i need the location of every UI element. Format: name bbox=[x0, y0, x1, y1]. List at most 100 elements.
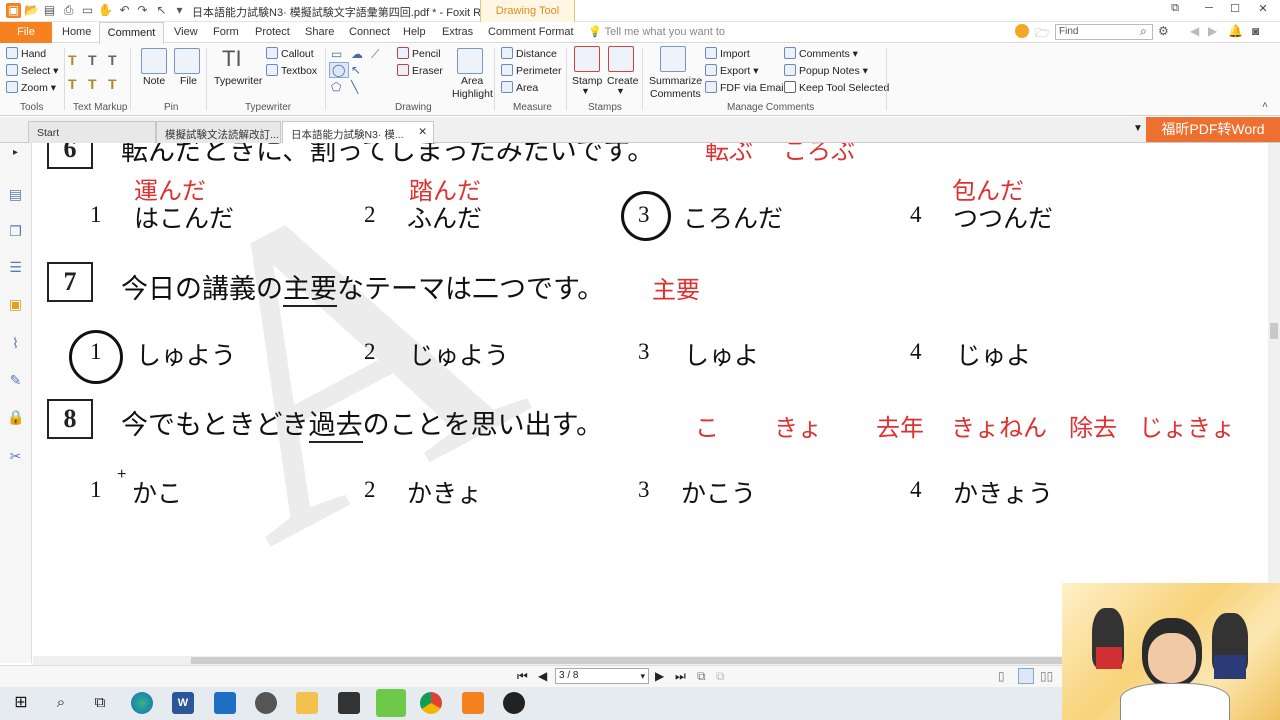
tab-document-1[interactable]: 模擬試験文法読解改訂... bbox=[156, 121, 281, 143]
comments-dropdown[interactable]: Comments ▾ bbox=[784, 47, 858, 60]
smiley-icon[interactable] bbox=[1015, 24, 1029, 38]
squiggly-text-icon[interactable]: T bbox=[88, 52, 97, 68]
redo-icon[interactable]: ↷ bbox=[135, 3, 150, 18]
textbox-button[interactable]: Textbox bbox=[266, 64, 317, 77]
hand-tool-icon[interactable]: ✋ bbox=[98, 3, 113, 18]
find-input[interactable]: Find bbox=[1055, 24, 1153, 40]
cloud-icon[interactable]: ☁ bbox=[351, 47, 363, 61]
settings-app-icon[interactable] bbox=[255, 692, 277, 714]
tab-start[interactable]: Start bbox=[28, 121, 156, 143]
screen-recorder-icon[interactable] bbox=[376, 689, 406, 717]
minimize-button[interactable]: ─ bbox=[1200, 2, 1218, 18]
undo-icon[interactable]: ↶ bbox=[117, 3, 132, 18]
tab-comment-format[interactable]: Comment Format bbox=[488, 26, 574, 38]
file-explorer-icon[interactable] bbox=[296, 692, 318, 714]
tab-document-2-active[interactable]: 日本語能力試験N3· 模... ✕ bbox=[282, 121, 434, 143]
panel-expand-icon[interactable]: ▸ bbox=[7, 147, 24, 164]
highlight-text-icon[interactable]: T bbox=[68, 52, 77, 68]
next-page-icon[interactable]: ▶ bbox=[655, 669, 664, 683]
save-icon[interactable]: ▤ bbox=[42, 3, 57, 18]
layers-icon[interactable]: ☰ bbox=[7, 259, 24, 276]
arrow-icon[interactable]: ↖ bbox=[351, 63, 361, 77]
area-highlight-button[interactable]: Area bbox=[461, 75, 483, 87]
scrollbar-thumb[interactable] bbox=[1270, 323, 1278, 339]
typewriter-button[interactable]: Typewriter bbox=[214, 75, 262, 87]
file-button[interactable]: File bbox=[180, 75, 197, 87]
search-icon[interactable]: ⌕ bbox=[1140, 24, 1147, 39]
tab-home[interactable]: Home bbox=[62, 26, 91, 38]
print-icon[interactable]: ⎙ bbox=[61, 3, 76, 18]
tell-me-search[interactable]: 💡 Tell me what you want to bbox=[588, 25, 725, 38]
note-button[interactable]: Note bbox=[143, 75, 165, 87]
pdf-to-word-button[interactable]: 福昕PDF转Word bbox=[1146, 117, 1280, 142]
continuous-page-icon[interactable] bbox=[1018, 668, 1034, 684]
insert-text-icon[interactable]: T bbox=[108, 76, 117, 92]
stamp-dropdown-icon[interactable]: ▼ bbox=[581, 86, 590, 96]
customize-icon[interactable]: ▾ bbox=[172, 3, 187, 18]
callout-button[interactable]: Callout bbox=[266, 47, 314, 60]
page-number-input[interactable]: 3 / 8 ▾ bbox=[555, 668, 649, 684]
forward-icon[interactable]: ▶ bbox=[1208, 24, 1217, 38]
underline-text-icon[interactable]: T bbox=[108, 52, 117, 68]
pencil-button[interactable]: Pencil bbox=[397, 47, 441, 60]
scrollbar-thumb[interactable] bbox=[191, 657, 1071, 664]
bell-icon[interactable]: 🔔 bbox=[1228, 24, 1243, 38]
close-tab-icon[interactable]: ✕ bbox=[418, 126, 427, 138]
tab-extras[interactable]: Extras bbox=[442, 26, 473, 38]
tab-form[interactable]: Form bbox=[213, 26, 239, 38]
gear-icon[interactable]: ⚙ bbox=[1158, 24, 1169, 38]
tab-protect[interactable]: Protect bbox=[255, 26, 290, 38]
mail-icon[interactable] bbox=[214, 692, 236, 714]
replace-text-icon[interactable]: T bbox=[88, 76, 97, 92]
document-view[interactable]: A 6 転んだときに、割ってしまったみたいです。 転ぶ ころぶ 運んだ 踏んだ … bbox=[33, 143, 1268, 656]
chrome-icon[interactable] bbox=[420, 692, 442, 714]
folder-search-icon[interactable]: 🗁 bbox=[1035, 24, 1050, 45]
facing-page-icon[interactable]: ▯▯ bbox=[1040, 669, 1053, 683]
eraser-button[interactable]: Eraser bbox=[397, 64, 443, 77]
polygon-icon[interactable]: ⬠ bbox=[331, 80, 341, 94]
search-icon[interactable]: ⌕ bbox=[50, 692, 72, 714]
collapse-ribbon-icon[interactable]: ˄ bbox=[1262, 100, 1268, 111]
area-button[interactable]: Area bbox=[501, 81, 538, 94]
windows-start-icon[interactable]: ⊞ bbox=[10, 692, 32, 714]
previous-view-icon[interactable]: ⧉ bbox=[697, 669, 706, 684]
close-button[interactable]: ✕ bbox=[1254, 2, 1272, 18]
line-icon[interactable]: ╲ bbox=[351, 80, 358, 94]
popup-notes-dropdown[interactable]: Popup Notes ▾ bbox=[784, 64, 868, 77]
back-icon[interactable]: ◀ bbox=[1190, 24, 1199, 38]
previous-page-icon[interactable]: ◀ bbox=[538, 669, 547, 683]
tab-view[interactable]: View bbox=[174, 26, 198, 38]
comments-panel-icon[interactable]: ▣ bbox=[7, 296, 24, 313]
hand-tool-button[interactable]: Hand bbox=[6, 47, 46, 60]
bookmark-icon[interactable]: ▤ bbox=[7, 186, 24, 203]
obs-icon[interactable] bbox=[503, 692, 525, 714]
export-button[interactable]: Export ▾ bbox=[705, 64, 759, 77]
user-icon[interactable]: ◙ bbox=[1252, 24, 1259, 38]
lock-icon[interactable]: 🔒 bbox=[7, 409, 24, 426]
next-view-icon[interactable]: ⧉ bbox=[716, 669, 725, 684]
tab-file[interactable]: File bbox=[0, 22, 52, 43]
attachments-icon[interactable]: ⌇ bbox=[7, 335, 24, 352]
maximize-button[interactable]: ☐ bbox=[1226, 2, 1244, 18]
page-dropdown-icon[interactable]: ▾ bbox=[640, 669, 645, 683]
blank-page-icon[interactable]: ▭ bbox=[80, 3, 95, 18]
select-tool-icon[interactable]: ↖ bbox=[154, 3, 169, 18]
store-icon[interactable] bbox=[338, 692, 360, 714]
tab-help[interactable]: Help bbox=[403, 26, 426, 38]
pages-icon[interactable]: ❐ bbox=[7, 223, 24, 240]
create-dropdown-icon[interactable]: ▼ bbox=[616, 86, 625, 96]
rectangle-icon[interactable]: ▭ bbox=[331, 47, 342, 61]
strikeout-text-icon[interactable]: T bbox=[68, 76, 77, 92]
last-page-icon[interactable]: ⏭ bbox=[675, 669, 686, 684]
tab-share[interactable]: Share bbox=[305, 26, 334, 38]
word-icon[interactable]: W bbox=[172, 692, 194, 714]
import-button[interactable]: Import bbox=[705, 47, 750, 60]
single-page-icon[interactable]: ▯ bbox=[998, 669, 1005, 683]
task-view-icon[interactable]: ⧉ bbox=[89, 692, 111, 714]
polyline-icon[interactable]: ⟋ bbox=[371, 47, 379, 62]
keep-tool-selected-checkbox[interactable]: Keep Tool Selected bbox=[784, 81, 889, 94]
tab-connect[interactable]: Connect bbox=[349, 26, 390, 38]
distance-button[interactable]: Distance bbox=[501, 47, 557, 60]
first-page-icon[interactable]: ⏮ bbox=[517, 669, 528, 684]
summarize-comments-button[interactable]: Summarize bbox=[649, 75, 702, 87]
